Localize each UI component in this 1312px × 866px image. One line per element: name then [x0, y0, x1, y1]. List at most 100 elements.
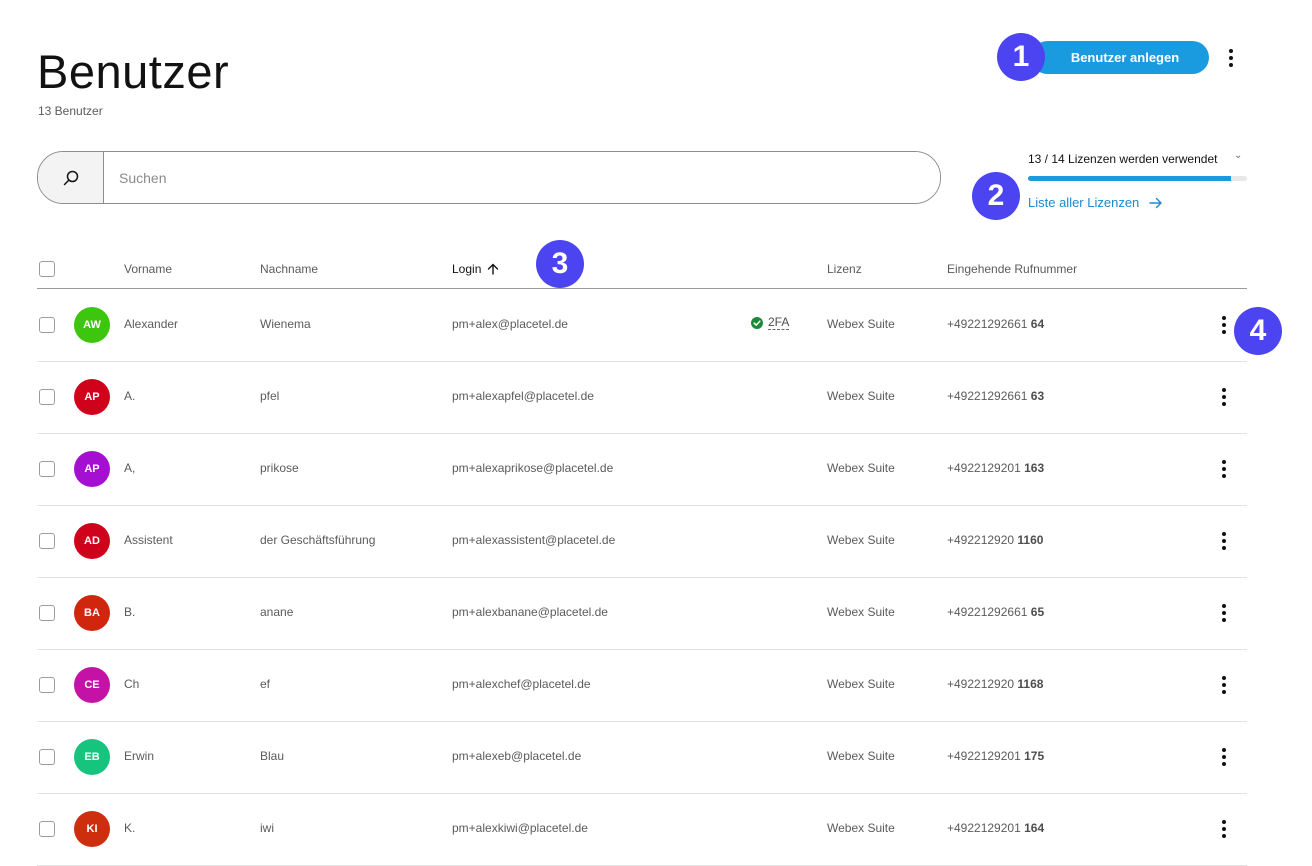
- row-more-options-icon[interactable]: [1214, 383, 1234, 411]
- table-row[interactable]: AD Assistent der Geschäftsführung pm+alexas…: [37, 505, 1247, 578]
- license-name: Webex Suite: [827, 317, 895, 331]
- table-row[interactable]: AP A. pfel pm+alexapfel@placetel.de Webex Su…: [37, 361, 1247, 434]
- two-factor-label: 2FA: [768, 315, 790, 330]
- license-list-link-label: Liste aller Lizenzen: [1028, 195, 1140, 210]
- create-user-button[interactable]: Benutzer anlegen: [1031, 41, 1209, 74]
- annotation-badge-4: 4: [1234, 307, 1282, 355]
- row-more-options-icon[interactable]: [1214, 311, 1234, 339]
- row-more-options-icon[interactable]: [1214, 599, 1234, 627]
- row-checkbox[interactable]: [39, 461, 55, 477]
- login-email: pm+alexaprikose@placetel.de: [452, 461, 614, 475]
- license-usage-bar: [1028, 176, 1247, 181]
- login-email: pm+alexassistent@placetel.de: [452, 533, 616, 547]
- chevron-down-icon[interactable]: ⌄: [1234, 150, 1242, 161]
- row-more-options-icon[interactable]: [1214, 671, 1234, 699]
- page-title: Benutzer: [37, 45, 230, 98]
- phone-extension: 64: [1030, 317, 1045, 331]
- column-header-last-name[interactable]: Nachname: [260, 262, 318, 276]
- last-name: prikose: [260, 461, 299, 475]
- phone-prefix: +4922129201: [947, 461, 1021, 475]
- column-header-first-name[interactable]: Vorname: [124, 262, 172, 276]
- avatar: CE: [74, 667, 110, 703]
- phone-extension: 65: [1030, 605, 1045, 619]
- column-header-login[interactable]: Login: [452, 262, 499, 276]
- table-row[interactable]: BA B. anane pm+alexbanane@placetel.de Webex …: [37, 577, 1247, 650]
- avatar: AW: [74, 307, 110, 343]
- incoming-number: +49221292661 64: [947, 317, 1044, 331]
- first-name: Assistent: [124, 533, 173, 547]
- search-bar: [37, 151, 941, 204]
- avatar: BA: [74, 595, 110, 631]
- license-name: Webex Suite: [827, 461, 895, 475]
- row-checkbox[interactable]: [39, 317, 55, 333]
- table-row[interactable]: CE Ch ef pm+alexchef@placetel.de Webex Suite…: [37, 649, 1247, 722]
- login-email: pm+alex@placetel.de: [452, 317, 568, 331]
- user-count: 13 Benutzer: [38, 104, 103, 118]
- first-name: Ch: [124, 677, 140, 691]
- phone-extension: 1160: [1017, 533, 1044, 547]
- two-factor-status[interactable]: 2FA: [751, 315, 790, 330]
- incoming-number: +4922129201 163: [947, 461, 1044, 475]
- select-all-checkbox[interactable]: [39, 261, 55, 277]
- row-more-options-icon[interactable]: [1214, 743, 1234, 771]
- page-more-options-icon[interactable]: [1221, 44, 1241, 72]
- row-more-options-icon[interactable]: [1214, 455, 1234, 483]
- phone-prefix: +492212920: [947, 677, 1015, 691]
- license-name: Webex Suite: [827, 389, 895, 403]
- avatar: EB: [74, 739, 110, 775]
- last-name: Wienema: [260, 317, 311, 331]
- row-checkbox[interactable]: [39, 389, 55, 405]
- arrow-right-icon: [1149, 197, 1162, 208]
- first-name: Erwin: [124, 749, 155, 763]
- row-checkbox[interactable]: [39, 605, 55, 621]
- phone-prefix: +49221292661: [947, 389, 1028, 403]
- column-header-login-label: Login: [452, 262, 482, 276]
- avatar: KI: [74, 811, 110, 847]
- column-header-phone[interactable]: Eingehende Rufnummer: [947, 262, 1077, 276]
- login-email: pm+alexchef@placetel.de: [452, 677, 591, 691]
- license-list-link[interactable]: Liste aller Lizenzen: [1028, 195, 1163, 210]
- first-name: A,: [124, 461, 136, 475]
- phone-extension: 163: [1024, 461, 1045, 475]
- search-icon: [63, 170, 78, 185]
- annotation-badge-1: 1: [997, 33, 1045, 81]
- check-circle-icon: [751, 317, 763, 329]
- row-checkbox[interactable]: [39, 749, 55, 765]
- table-row[interactable]: AW Alexander Wienema pm+alex@placetel.de 2FA…: [37, 289, 1247, 362]
- row-checkbox[interactable]: [39, 533, 55, 549]
- sort-ascending-icon: [488, 263, 499, 275]
- avatar: AP: [74, 451, 110, 487]
- row-more-options-icon[interactable]: [1214, 527, 1234, 555]
- login-email: pm+alexeb@placetel.de: [452, 749, 582, 763]
- license-usage-text: 13 / 14 Lizenzen werden verwendet: [1028, 152, 1218, 166]
- row-more-options-icon[interactable]: [1214, 815, 1234, 843]
- incoming-number: +4922129201 164: [947, 821, 1044, 835]
- search-button[interactable]: [38, 152, 104, 203]
- table-row[interactable]: KI K. iwi pm+alexkiwi@placetel.de Webex Suit…: [37, 793, 1247, 866]
- license-name: Webex Suite: [827, 605, 895, 619]
- first-name: Alexander: [124, 317, 179, 331]
- table-row[interactable]: EB Erwin Blau pm+alexeb@placetel.de Webex Su…: [37, 721, 1247, 794]
- login-email: pm+alexbanane@placetel.de: [452, 605, 608, 619]
- row-checkbox[interactable]: [39, 677, 55, 693]
- first-name: A.: [124, 389, 136, 403]
- last-name: Blau: [260, 749, 285, 763]
- last-name: pfel: [260, 389, 280, 403]
- phone-extension: 1168: [1017, 677, 1044, 691]
- license-name: Webex Suite: [827, 677, 895, 691]
- incoming-number: +49221292661 65: [947, 605, 1044, 619]
- search-input[interactable]: [104, 152, 940, 203]
- row-checkbox[interactable]: [39, 821, 55, 837]
- license-name: Webex Suite: [827, 749, 895, 763]
- avatar: AD: [74, 523, 110, 559]
- incoming-number: +492212920 1168: [947, 677, 1043, 691]
- license-usage-fill: [1028, 176, 1232, 181]
- phone-extension: 164: [1024, 821, 1045, 835]
- table-row[interactable]: AP A, prikose pm+alexaprikose@placetel.de We…: [37, 433, 1247, 506]
- phone-extension: 175: [1024, 749, 1045, 763]
- phone-prefix: +4922129201: [947, 749, 1021, 763]
- last-name: iwi: [260, 821, 274, 835]
- license-name: Webex Suite: [827, 821, 895, 835]
- column-header-license[interactable]: Lizenz: [827, 262, 862, 276]
- annotation-badge-3: 3: [536, 240, 584, 288]
